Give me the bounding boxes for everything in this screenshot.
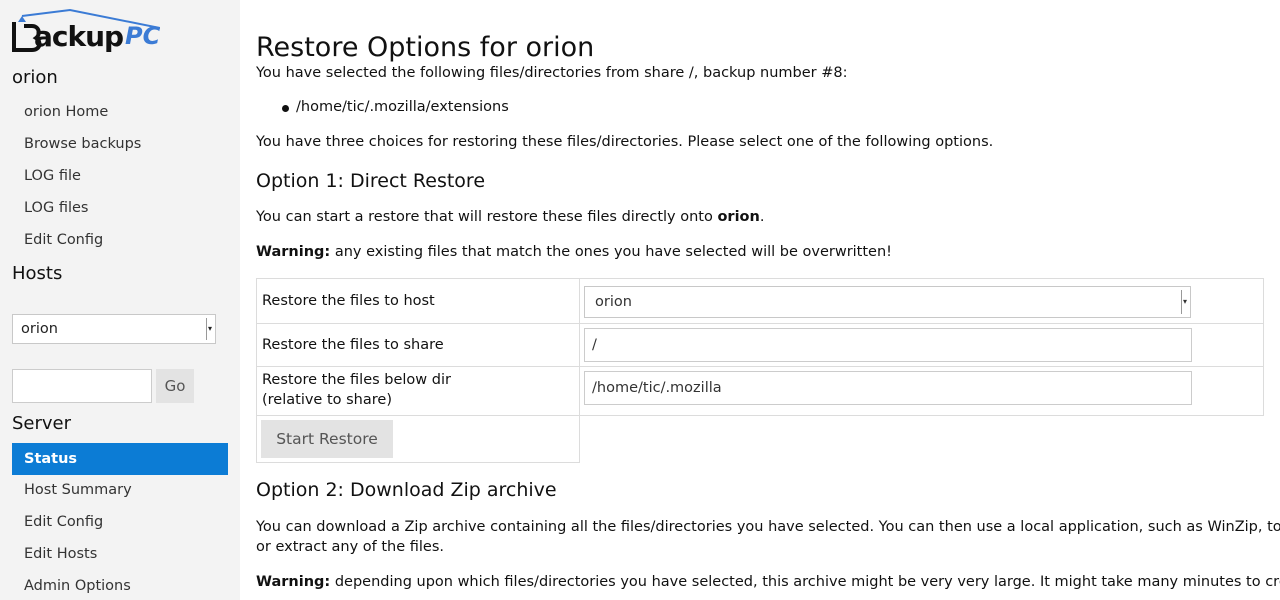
restore-dir-input[interactable]: /home/tic/.mozilla [584, 371, 1192, 405]
host-search-input[interactable] [12, 369, 152, 403]
option1-warning-text: any existing files that match the ones y… [330, 244, 892, 260]
restore-host-label: Restore the files to host [262, 293, 435, 309]
option1-warning-label: Warning: [256, 244, 331, 260]
sidebar-item-host-home[interactable]: orion Home [24, 104, 108, 120]
option2-warning: Warning: depending upon which files/dire… [256, 574, 1280, 590]
hosts-heading: Hosts [12, 263, 63, 284]
restore-options-table: Restore the files to host orion ▾ Restor… [256, 278, 1264, 463]
option2-heading: Option 2: Download Zip archive [256, 479, 557, 501]
option1-text-prefix: You can start a restore that will restor… [256, 209, 718, 225]
sidebar-item-browse-backups[interactable]: Browse backups [24, 136, 141, 152]
restore-dir-label-line2: (relative to share) [262, 392, 392, 408]
restore-share-input[interactable]: / [584, 328, 1192, 362]
chevron-down-icon: ▾ [1181, 290, 1188, 314]
sidebar-item-host-summary[interactable]: Host Summary [24, 482, 132, 498]
option2-text-line2: or extract any of the files. [256, 539, 444, 555]
selected-intro: You have selected the following files/di… [256, 65, 848, 81]
host-select[interactable]: orion ▾ [12, 314, 216, 344]
chevron-down-icon: ▾ [206, 318, 213, 340]
option1-heading: Option 1: Direct Restore [256, 170, 486, 192]
sidebar-item-log-file[interactable]: LOG file [24, 168, 81, 184]
restore-host-select-value: orion [595, 294, 632, 310]
restore-dir-label-line1: Restore the files below dir [262, 372, 451, 388]
choices-text: You have three choices for restoring the… [256, 134, 994, 150]
selected-file-item: /home/tic/.mozilla/extensions [296, 99, 509, 115]
table-row-dir-label-cell: Restore the files below dir (relative to… [256, 366, 580, 416]
start-restore-button[interactable]: Start Restore [261, 420, 393, 458]
sidebar-item-host-edit-config[interactable]: Edit Config [24, 232, 103, 248]
go-button[interactable]: Go [156, 369, 194, 403]
option1-warning: Warning: any existing files that match t… [256, 244, 892, 260]
sidebar: ackup PC orion orion Home Browse backups… [0, 0, 240, 600]
main-content: Restore Options for orion You have selec… [256, 0, 1280, 600]
logo-pc: PC [125, 22, 161, 50]
option2-warning-text: depending upon which files/directories y… [330, 574, 1280, 590]
table-row-host-label-cell: Restore the files to host [256, 278, 580, 324]
option1-text-host: orion [717, 209, 760, 225]
option1-text-suffix: . [759, 209, 765, 225]
restore-host-select[interactable]: orion ▾ [584, 286, 1191, 318]
logo-word: ackup [34, 20, 124, 53]
sidebar-item-edit-hosts[interactable]: Edit Hosts [24, 546, 97, 562]
bullet-icon [282, 105, 289, 112]
backuppc-logo[interactable]: ackup PC [10, 8, 160, 54]
host-heading: orion [12, 67, 58, 88]
option2-warning-label: Warning: [256, 574, 331, 590]
option2-text-line1: You can download a Zip archive containin… [256, 519, 1280, 535]
server-heading: Server [12, 413, 72, 434]
sidebar-item-server-edit-config[interactable]: Edit Config [24, 514, 103, 530]
host-select-value: orion [21, 321, 58, 337]
sidebar-item-admin-options[interactable]: Admin Options [24, 578, 131, 594]
table-row-share-label-cell: Restore the files to share [256, 323, 580, 367]
sidebar-item-status[interactable]: Status [12, 443, 228, 475]
option1-text: You can start a restore that will restor… [256, 209, 764, 225]
restore-share-label: Restore the files to share [262, 337, 444, 353]
page-title: Restore Options for orion [256, 32, 595, 64]
sidebar-item-log-files[interactable]: LOG files [24, 200, 88, 216]
